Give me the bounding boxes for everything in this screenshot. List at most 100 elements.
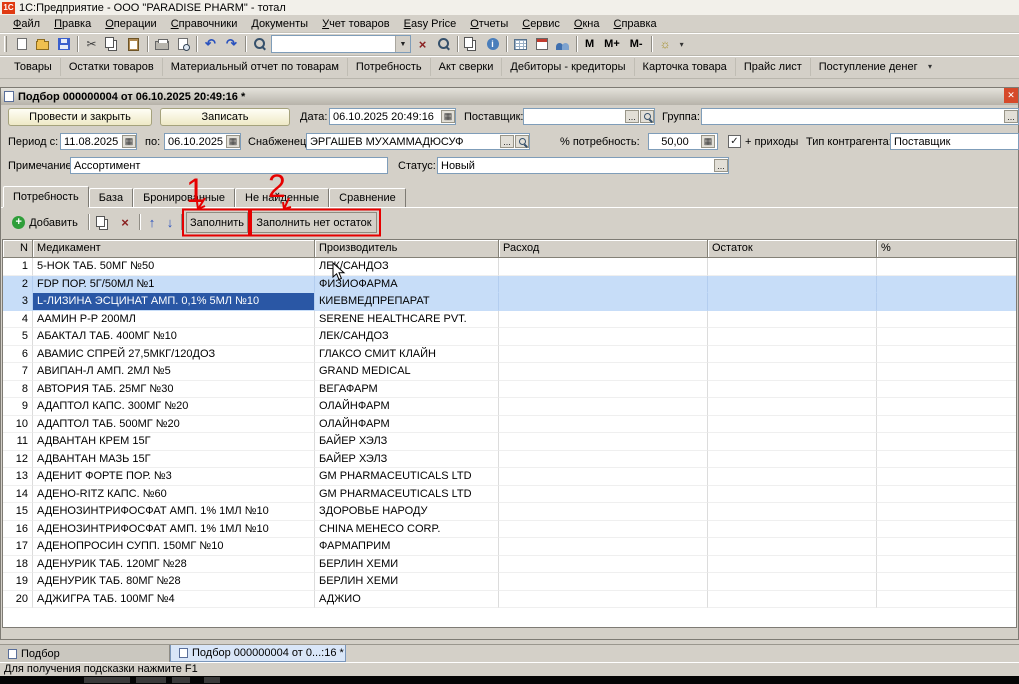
menu-item[interactable]: Сервис <box>515 16 567 31</box>
period-from-field[interactable]: 11.08.2025 <box>60 133 137 150</box>
table-row[interactable]: 19 АДЕНУРИК ТАБ. 80МГ №28 БЕРЛИН ХЕМИ <box>3 573 1016 591</box>
move-down-button[interactable] <box>161 212 179 233</box>
duplicate-button[interactable] <box>461 34 482 54</box>
calendar-picker-icon[interactable] <box>441 110 455 123</box>
table-row[interactable]: 20 АДЖИГРА ТАБ. 100МГ №4 АДЖИО <box>3 590 1016 608</box>
menu-item[interactable]: Справочники <box>164 16 245 31</box>
copy-row-button[interactable] <box>93 212 113 233</box>
print-preview-button[interactable] <box>172 34 193 54</box>
redo-button[interactable] <box>221 34 242 54</box>
copy-button[interactable] <box>102 34 123 54</box>
document-tab[interactable]: База <box>88 188 134 207</box>
fill-no-stock-button[interactable]: Заполнить нет остаток <box>251 212 377 233</box>
column-header-percent[interactable]: % <box>877 240 1016 258</box>
table-row[interactable]: 3 L-ЛИЗИНА ЭСЦИНАТ АМП. 0,1% 5МЛ №10 КИЕ… <box>3 293 1016 311</box>
info-button[interactable] <box>482 34 503 54</box>
menu-item[interactable]: Правка <box>47 16 98 31</box>
table-row[interactable]: 9 АДАПТОЛ КАПС. 300МГ №20 ОЛАЙНФАРМ <box>3 398 1016 416</box>
search-icon[interactable] <box>515 135 529 148</box>
window-tab-document[interactable]: Подбор 000000004 от 0...:16 * <box>170 645 346 662</box>
need-percent-field[interactable]: 50,00 <box>648 133 718 150</box>
write-button[interactable]: Записать <box>160 108 290 126</box>
delete-row-button[interactable] <box>115 212 135 233</box>
undo-button[interactable] <box>200 34 221 54</box>
menu-item[interactable]: Учет товаров <box>315 16 397 31</box>
table-row[interactable]: 1 5-НОК ТАБ. 50МГ №50 ЛЕК/САНДОЗ <box>3 258 1016 276</box>
window-tab-journal[interactable]: Подбор <box>0 645 170 662</box>
ellipsis-picker-icon[interactable] <box>1004 110 1018 123</box>
table-row[interactable]: 16 АДЕНОЗИНТРИФОСФАТ АМП. 1% 1МЛ №10 CHI… <box>3 520 1016 538</box>
print-button[interactable] <box>151 34 172 54</box>
document-tab[interactable]: Не найденные <box>235 188 330 207</box>
column-header-manufacturer[interactable]: Производитель <box>315 240 499 258</box>
ellipsis-picker-icon[interactable] <box>625 110 639 123</box>
menu-item[interactable]: Документы <box>244 16 315 31</box>
note-field[interactable]: Ассортимент <box>70 157 388 174</box>
table-row[interactable]: 2 FDP ПОР. 5Г/50МЛ №1 ФИЗИОФАРМА <box>3 275 1016 293</box>
document-tab[interactable]: Сравнение <box>329 188 406 207</box>
menu-item[interactable]: Easy Price <box>397 16 464 31</box>
table-row[interactable]: 4 ААМИН Р-Р 200МЛ SERENE HEALTHCARE PVT. <box>3 310 1016 328</box>
table-button[interactable] <box>510 34 531 54</box>
table-row[interactable]: 17 АДЕНОПРОСИН СУПП. 150МГ №10 ФАРМАПРИМ <box>3 538 1016 556</box>
users-button[interactable] <box>552 34 573 54</box>
incoming-checkbox[interactable] <box>728 135 741 148</box>
ellipsis-picker-icon[interactable] <box>500 135 514 148</box>
menu-item[interactable]: Справка <box>607 16 664 31</box>
search-button[interactable] <box>249 34 270 54</box>
period-to-field[interactable]: 06.10.2025 <box>164 133 241 150</box>
menu-item[interactable]: Окна <box>567 16 607 31</box>
add-row-button[interactable]: Добавить <box>6 212 84 233</box>
chevron-down-icon[interactable]: ▼ <box>395 36 410 52</box>
fill-button[interactable]: Заполнить <box>186 212 248 233</box>
menu-item[interactable]: Операции <box>98 16 163 31</box>
reports-toolbar-button[interactable]: Дебиторы - кредиторы <box>501 58 633 76</box>
move-up-button[interactable] <box>143 212 161 233</box>
procurer-field[interactable]: ЭРГАШЕВ МУХАММАДЮСУФ <box>306 133 530 150</box>
new-document-button[interactable] <box>11 34 32 54</box>
table-row[interactable]: 15 АДЕНОЗИНТРИФОСФАТ АМП. 1% 1МЛ №10 ЗДО… <box>3 503 1016 521</box>
table-row[interactable]: 18 АДЕНУРИК ТАБ. 120МГ №28 БЕРЛИН ХЕМИ <box>3 555 1016 573</box>
calendar-picker-icon[interactable] <box>122 135 136 148</box>
column-header-expense[interactable]: Расход <box>499 240 708 258</box>
table-row[interactable]: 5 АБАКТАЛ ТАБ. 400МГ №10 ЛЕК/САНДОЗ <box>3 328 1016 346</box>
toolbar-grip[interactable] <box>4 36 7 52</box>
reports-toolbar-button[interactable]: Материальный отчет по товарам <box>161 58 347 76</box>
table-row[interactable]: 6 АВАМИС СПРЕЙ 27,5МКГ/120ДОЗ ГЛАКСО СМИ… <box>3 345 1016 363</box>
toolbar-overflow-chevron-icon[interactable]: ▾ <box>676 40 688 49</box>
reports-toolbar-button[interactable]: Карточка товара <box>633 58 735 76</box>
reports-toolbar-button[interactable]: Остатки товаров <box>59 58 162 76</box>
table-row[interactable]: 13 АДЕНИТ ФОРТЕ ПОР. №3 GM PHARMACEUTICA… <box>3 468 1016 486</box>
memory-minus-button[interactable]: М- <box>625 36 648 52</box>
column-header-stock[interactable]: Остаток <box>708 240 877 258</box>
menu-item[interactable]: Файл <box>6 16 47 31</box>
calendar-picker-icon[interactable] <box>226 135 240 148</box>
reports-toolbar-button[interactable]: Прайс лист <box>734 58 810 76</box>
memory-recall-button[interactable]: М <box>580 36 599 52</box>
date-field[interactable]: 06.10.2025 20:49:16 <box>329 108 456 125</box>
chevron-down-icon[interactable]: ▾ <box>924 62 936 71</box>
document-tab[interactable]: Потребность <box>3 186 89 207</box>
table-row[interactable]: 14 АДЕНО-RITZ КАПС. №60 GM PHARMACEUTICA… <box>3 485 1016 503</box>
memory-plus-button[interactable]: М+ <box>599 36 625 52</box>
search-icon[interactable] <box>640 110 654 123</box>
reports-toolbar-button[interactable]: Поступление денег <box>809 58 926 76</box>
open-button[interactable] <box>32 34 53 54</box>
close-icon[interactable]: ✕ <box>1004 88 1018 103</box>
supplier-field[interactable] <box>523 108 655 125</box>
table-row[interactable]: 8 АВТОРИЯ ТАБ. 25МГ №30 ВЕГАФАРМ <box>3 380 1016 398</box>
table-row[interactable]: 11 АДВАНТАН КРЕМ 15Г БАЙЕР ХЭЛЗ <box>3 433 1016 451</box>
table-row[interactable]: 10 АДАПТОЛ ТАБ. 500МГ №20 ОЛАЙНФАРМ <box>3 415 1016 433</box>
menu-item[interactable]: Отчеты <box>463 16 515 31</box>
paste-button[interactable] <box>123 34 144 54</box>
table-row[interactable]: 7 АВИПАН-Л АМП. 2МЛ №5 GRAND MEDICAL <box>3 363 1016 381</box>
ellipsis-picker-icon[interactable] <box>714 159 728 172</box>
find-button[interactable] <box>433 34 454 54</box>
search-input[interactable]: ▼ <box>271 35 411 53</box>
calendar-button[interactable] <box>531 34 552 54</box>
group-field[interactable] <box>701 108 1019 125</box>
cut-button[interactable] <box>81 34 102 54</box>
status-field[interactable]: Новый <box>437 157 729 174</box>
clear-search-button[interactable] <box>412 34 433 54</box>
post-and-close-button[interactable]: Провести и закрыть <box>8 108 152 126</box>
